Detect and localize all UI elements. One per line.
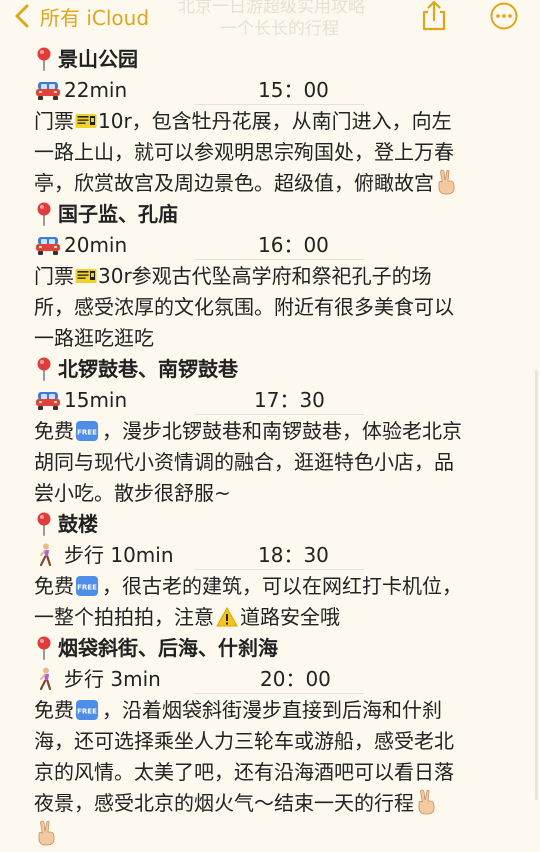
share-icon[interactable] [419, 0, 449, 32]
text-segment: 门票 [34, 109, 74, 133]
stop-heading: 鼓楼 [34, 509, 524, 540]
admission-ticket-icon [75, 112, 97, 130]
free-button-icon [75, 420, 99, 442]
description-line: 胡同与现代小资情调的融合，逛逛特色小店，品 [34, 447, 524, 478]
walking-person-icon [34, 543, 56, 567]
top-navigation-bar: 北京一日游超级实用攻略 一个长长的行程 所有 iCloud [0, 0, 540, 39]
stop-heading: 北锣鼓巷、南锣鼓巷 [34, 354, 524, 385]
car-icon [34, 389, 62, 411]
stop-name: 国子监、孔庙 [58, 202, 178, 226]
description-line: 一路上山，就可以参观明思宗殉国处，登上万春 [34, 137, 524, 168]
car-icon [34, 234, 62, 256]
round-pushpin-icon [34, 512, 54, 536]
text-segment: 道路安全哦 [240, 605, 340, 629]
text-segment: 尝小吃。散步很舒服~ [34, 481, 231, 505]
victory-hand-icon [416, 789, 436, 815]
description-line: 免费 ，沿着烟袋斜街漫步直接到后海和什刹 [34, 695, 524, 726]
round-pushpin-icon [34, 202, 54, 226]
stop-heading: 国子监、孔庙 [34, 199, 524, 230]
car-icon [34, 79, 62, 101]
travel-duration: 22min [64, 78, 128, 102]
text-segment: ，沿着烟袋斜街漫步直接到后海和什刹 [102, 698, 442, 722]
text-segment: 海，还可选择乘坐人力三轮车或游船，感受老北 [34, 729, 454, 753]
text-segment: 一路上山，就可以参观明思宗殉国处，登上万春 [34, 140, 454, 164]
text-segment: 免费 [34, 698, 74, 722]
description-line: 所，感受浓厚的文化氛围。附近有很多美食可以 [34, 292, 524, 323]
description-line: 尝小吃。散步很舒服~ [34, 478, 524, 509]
travel-line: 22min 15：00 [34, 75, 524, 106]
arrival-time: 20：00 [260, 667, 331, 691]
travel-line: 15min 17：30 [34, 385, 524, 416]
note-body[interactable]: 景山公园 22min 15：00 门票 10r，包含牡丹花展，从南门进入，向左 一… [34, 44, 524, 850]
description-line: 亭，欣赏故宫及周边景色。超级值，俯瞰故宫 [34, 168, 524, 199]
description-line: 京的风情。太美了吧，还有沿海酒吧可以看日落 [34, 757, 524, 788]
free-button-icon [75, 575, 99, 597]
victory-hand-icon [36, 820, 56, 846]
travel-line: 步行 10min 18：30 [34, 540, 524, 571]
divider [194, 693, 364, 694]
divider [194, 259, 364, 260]
description-line: 一路逛吃逛吃 [34, 323, 524, 354]
text-segment: 门票 [34, 264, 74, 288]
text-segment: 一整个拍拍拍，注意 [34, 605, 214, 629]
description-line: 夜景，感受北京的烟火气～结束一天的行程 [34, 788, 524, 819]
scrollbar[interactable] [535, 370, 538, 800]
divider [194, 569, 364, 570]
text-segment: 免费 [34, 419, 74, 443]
admission-ticket-icon [75, 267, 97, 285]
text-segment: 夜景，感受北京的烟火气～结束一天的行程 [34, 791, 414, 815]
text-segment: 京的风情。太美了吧，还有沿海酒吧可以看日落 [34, 760, 454, 784]
travel-line: 步行 3min 20：00 [34, 664, 524, 695]
text-segment: 免费 [34, 574, 74, 598]
back-button[interactable]: 所有 iCloud [12, 2, 149, 30]
round-pushpin-icon [34, 357, 54, 381]
description-line: 一整个拍拍拍，注意 道路安全哦 [34, 602, 524, 633]
text-segment: 亭，欣赏故宫及周边景色。超级值，俯瞰故宫 [34, 171, 434, 195]
arrival-time: 16：00 [258, 233, 329, 257]
text-segment: ，漫步北锣鼓巷和南锣鼓巷，体验老北京 [102, 419, 462, 443]
description-line [34, 819, 524, 850]
more-icon[interactable] [489, 2, 519, 30]
description-line: 门票 10r，包含牡丹花展，从南门进入，向左 [34, 106, 524, 137]
warning-icon [216, 606, 238, 628]
chevron-left-icon [15, 4, 29, 28]
stop-heading: 景山公园 [34, 44, 524, 75]
arrival-time: 15：00 [258, 78, 329, 102]
arrival-time: 17：30 [254, 388, 325, 412]
round-pushpin-icon [34, 636, 54, 660]
round-pushpin-icon [34, 47, 54, 71]
description-line: 海，还可选择乘坐人力三轮车或游船，感受老北 [34, 726, 524, 757]
stop-heading: 烟袋斜街、后海、什刹海 [34, 633, 524, 664]
text-segment: 胡同与现代小资情调的融合，逛逛特色小店，品 [34, 450, 454, 474]
divider [194, 104, 364, 105]
free-button-icon [75, 699, 99, 721]
arrival-time: 18：30 [258, 543, 329, 567]
description-line: 门票 30r参观古代坠高学府和祭祀孔子的场 [34, 261, 524, 292]
text-segment: 30r参观古代坠高学府和祭祀孔子的场 [98, 264, 432, 288]
travel-duration: 步行 3min [64, 667, 161, 691]
stop-name: 烟袋斜街、后海、什刹海 [58, 636, 278, 660]
description-line: 免费 ，漫步北锣鼓巷和南锣鼓巷，体验老北京 [34, 416, 524, 447]
stop-name: 鼓楼 [58, 512, 98, 536]
stop-name: 景山公园 [58, 47, 138, 71]
travel-duration: 20min [64, 233, 128, 257]
victory-hand-icon [436, 169, 456, 195]
travel-line: 20min 16：00 [34, 230, 524, 261]
walking-person-icon [34, 667, 56, 691]
text-segment: 所，感受浓厚的文化氛围。附近有很多美食可以 [34, 295, 454, 319]
text-segment: 一路逛吃逛吃 [34, 326, 154, 350]
text-segment: 10r，包含牡丹花展，从南门进入，向左 [98, 109, 452, 133]
description-line: 免费 ，很古老的建筑，可以在网红打卡机位， [34, 571, 524, 602]
divider [194, 414, 364, 415]
back-button-label: 所有 iCloud [40, 5, 150, 30]
stop-name: 北锣鼓巷、南锣鼓巷 [58, 357, 238, 381]
ghost-subtitle-text: 一个长长的行程 [220, 19, 339, 39]
travel-duration: 步行 10min [64, 543, 174, 567]
travel-duration: 15min [64, 388, 128, 412]
text-segment: ，很古老的建筑，可以在网红打卡机位， [102, 574, 462, 598]
